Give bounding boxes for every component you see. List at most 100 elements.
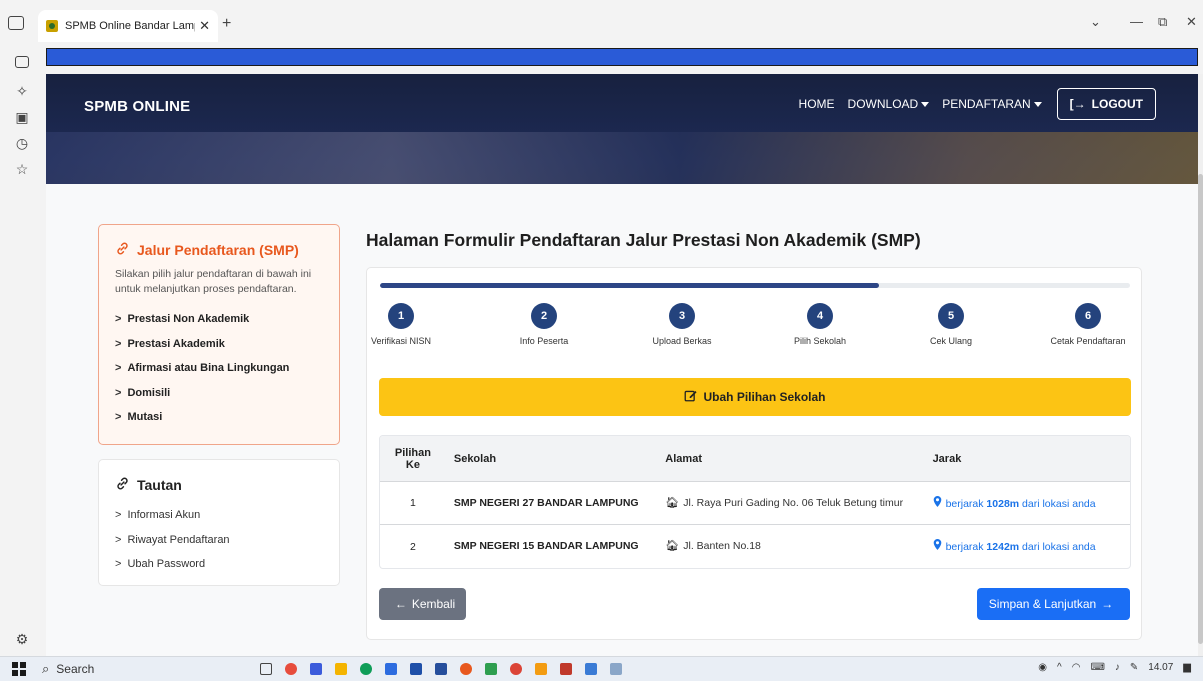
cell-alamat: 🏠︎ Jl. Banten No.18 xyxy=(657,540,924,553)
settings-gear-icon[interactable]: ⚙ xyxy=(13,630,31,648)
search-placeholder: Search xyxy=(56,662,95,676)
table-header-row: Pilihan Ke Sekolah Alamat Jarak xyxy=(380,436,1130,482)
jalur-item-label: Domisili xyxy=(127,386,171,399)
jalur-item-label: Afirmasi atau Bina Lingkungan xyxy=(127,362,290,375)
chevron-up-icon[interactable]: ^ xyxy=(1057,662,1062,673)
notification-icon[interactable]: ▆ xyxy=(1183,662,1191,673)
collections-icon[interactable]: ▣ xyxy=(13,108,31,126)
simpan-lanjutkan-button[interactable]: Simpan & Lanjutkan → xyxy=(977,588,1130,620)
form-card: 1 Verifikasi NISN 2 Info Peserta 3 Uploa… xyxy=(366,267,1142,640)
tautan-item-riwayat-pendaftaran[interactable]: > Riwayat Pendaftaran xyxy=(115,528,323,553)
jalur-item-prestasi-akademik[interactable]: > Prestasi Akademik xyxy=(115,332,323,357)
vertical-tabs-icon[interactable] xyxy=(15,56,29,68)
copilot-icon[interactable]: ✧ xyxy=(13,82,31,100)
app-icon[interactable] xyxy=(385,663,397,675)
step-number: 1 xyxy=(388,303,414,329)
site-favicon-icon xyxy=(46,20,58,32)
kembali-button[interactable]: ← Kembali xyxy=(379,588,466,620)
pen-icon[interactable]: ✎ xyxy=(1130,662,1138,673)
sign-out-icon: [→ xyxy=(1069,97,1086,111)
cell-jarak: berjarak 1242m dari lokasi anda xyxy=(925,539,1130,554)
jarak-suffix: dari lokasi anda xyxy=(1022,541,1096,553)
nav-home[interactable]: HOME xyxy=(799,97,835,111)
tautan-title-text: Tautan xyxy=(137,477,182,493)
tab-close-icon[interactable]: ✕ xyxy=(199,18,210,34)
tab-search-icon[interactable]: ⌄ xyxy=(1090,14,1101,30)
history-icon[interactable]: ◷ xyxy=(13,134,31,152)
jalur-item-mutasi[interactable]: > Mutasi xyxy=(115,405,323,430)
app-icon[interactable] xyxy=(435,663,447,675)
step-label: Cek Ulang xyxy=(929,336,973,346)
minimize-button[interactable]: — xyxy=(1130,14,1143,29)
volume-icon[interactable]: ♪ xyxy=(1115,662,1120,673)
step-label: Verifikasi NISN xyxy=(370,336,432,346)
app-icon[interactable] xyxy=(285,663,297,675)
jalur-item-afirmasi[interactable]: > Afirmasi atau Bina Lingkungan xyxy=(115,356,323,381)
wifi-icon[interactable]: ◠ xyxy=(1072,662,1081,673)
new-tab-button[interactable]: + xyxy=(222,15,231,33)
task-view-icon[interactable] xyxy=(260,663,272,675)
edge-browser-icon[interactable] xyxy=(360,663,372,675)
jalur-title-text: Jalur Pendaftaran (SMP) xyxy=(137,242,299,258)
pilihan-sekolah-table: Pilihan Ke Sekolah Alamat Jarak 1 SMP NE… xyxy=(379,435,1131,569)
scrollbar-thumb[interactable] xyxy=(1198,174,1203,644)
step-number: 5 xyxy=(938,303,964,329)
progress-bar-fill xyxy=(380,283,879,288)
tautan-item-label: Riwayat Pendaftaran xyxy=(127,533,230,546)
app-icon[interactable] xyxy=(585,663,597,675)
app-icon[interactable] xyxy=(610,663,622,675)
tautan-item-ubah-password[interactable]: > Ubah Password xyxy=(115,552,323,577)
app-icon[interactable] xyxy=(410,663,422,675)
nav-pendaftaran[interactable]: PENDAFTARAN xyxy=(942,97,1042,111)
step-6: 6 Cetak Pendaftaran xyxy=(1038,303,1138,346)
address-bar-highlight[interactable] xyxy=(46,48,1198,66)
map-marker-icon xyxy=(933,495,942,510)
kembali-label: Kembali xyxy=(411,597,456,611)
site-brand[interactable]: SPMB ONLINE xyxy=(84,98,190,115)
step-label: Upload Berkas xyxy=(652,336,712,346)
chevron-right-icon: > xyxy=(115,337,122,350)
nav-download-label: DOWNLOAD xyxy=(847,97,919,111)
jalur-item-domisili[interactable]: > Domisili xyxy=(115,381,323,406)
app-icon[interactable] xyxy=(485,663,497,675)
app-icon[interactable] xyxy=(535,663,547,675)
cell-pilihan: 1 xyxy=(410,497,416,509)
windows-start-icon[interactable] xyxy=(12,662,26,676)
nav-download[interactable]: DOWNLOAD xyxy=(848,97,930,111)
step-indicator: 1 Verifikasi NISN 2 Info Peserta 3 Uploa… xyxy=(367,303,1143,353)
ubah-pilihan-sekolah-button[interactable]: Ubah Pilihan Sekolah xyxy=(379,378,1131,416)
link-icon xyxy=(115,241,131,259)
close-window-button[interactable]: ✕ xyxy=(1186,14,1197,30)
browser-tab[interactable]: SPMB Online Bandar Lampung ✕ xyxy=(38,10,218,42)
logout-button[interactable]: [→ LOGOUT xyxy=(1056,88,1156,120)
favorites-icon[interactable]: ☆ xyxy=(13,160,31,178)
language-icon[interactable]: ⌨ xyxy=(1090,662,1104,673)
chrome-icon[interactable] xyxy=(510,663,522,675)
jarak-suffix: dari lokasi anda xyxy=(1022,497,1096,510)
jarak-value: 1242m xyxy=(986,541,1020,553)
restore-button[interactable]: ⧉ xyxy=(1158,14,1167,30)
tautan-item-label: Ubah Password xyxy=(127,558,206,571)
table-row: 1 SMP NEGERI 27 BANDAR LAMPUNG 🏠︎ Jl. Ray… xyxy=(380,482,1130,525)
network-status-icon[interactable]: ◉ xyxy=(1038,662,1047,673)
app-icon[interactable] xyxy=(560,663,572,675)
clock-time[interactable]: 14.07 xyxy=(1148,662,1173,673)
jarak-prefix: berjarak xyxy=(945,541,984,553)
browser-titlebar: SPMB Online Bandar Lampung ✕ + ⌄ — ⧉ ✕ xyxy=(0,0,1203,44)
cell-sekolah: SMP NEGERI 15 BANDAR LAMPUNG xyxy=(453,540,639,552)
chevron-right-icon: > xyxy=(115,313,122,326)
app-icon[interactable] xyxy=(310,663,322,675)
tab-actions-icon[interactable] xyxy=(8,16,24,30)
main-nav: HOME DOWNLOAD PENDAFTARAN [→ LOGOUT xyxy=(799,88,1198,120)
tautan-item-informasi-akun[interactable]: > Informasi Akun xyxy=(115,503,323,528)
file-explorer-icon[interactable] xyxy=(335,663,347,675)
jalur-item-label: Prestasi Akademik xyxy=(127,337,225,350)
cell-alamat: 🏠︎ Jl. Raya Puri Gading No. 06 Teluk Betu… xyxy=(657,497,924,510)
chevron-right-icon: > xyxy=(115,362,122,375)
alamat-text: Jl. Banten No.18 xyxy=(683,540,761,552)
app-icon[interactable] xyxy=(460,663,472,675)
tautan-card: Tautan > Informasi Akun > Riwayat Pendafta… xyxy=(98,459,340,586)
jalur-item-prestasi-non-akademik[interactable]: > Prestasi Non Akademik xyxy=(115,307,323,332)
page-scrollbar[interactable] xyxy=(1198,74,1203,656)
taskbar-search[interactable]: ⌕ Search xyxy=(42,661,192,677)
